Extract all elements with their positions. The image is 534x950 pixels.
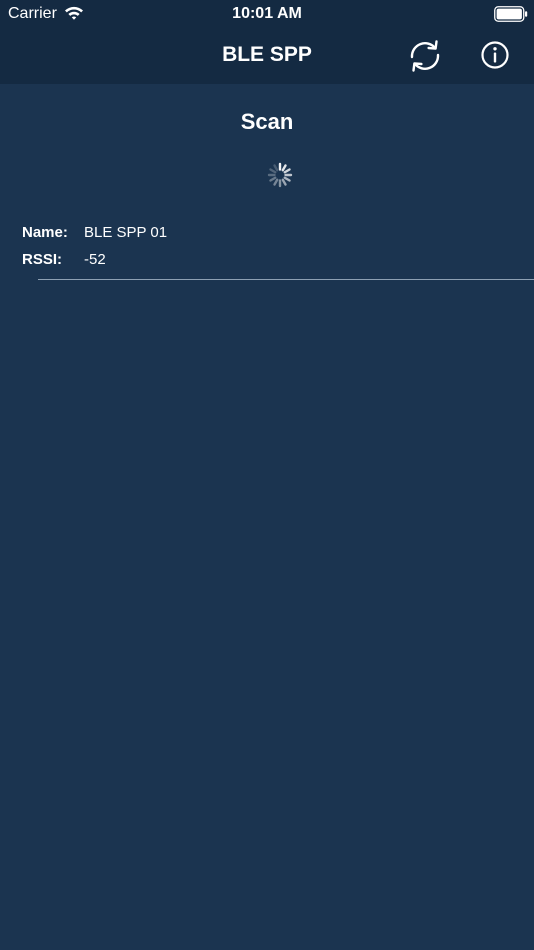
top-bar: Carrier 10:01 AM BLE SPP (0, 0, 534, 84)
info-icon (481, 41, 509, 69)
navigation-bar: BLE SPP (0, 28, 534, 84)
scan-title: Scan (240, 109, 294, 134)
row-separator (38, 279, 534, 280)
refresh-icon (410, 40, 440, 72)
device-rssi-label: RSSI: (22, 251, 63, 268)
app-screen: Carrier 10:01 AM BLE SPP Scan Name: BLE … (0, 0, 534, 950)
info-button[interactable] (478, 38, 512, 72)
device-list-item[interactable]: Name: BLE SPP 01 RSSI: -52 (0, 218, 534, 280)
refresh-button[interactable] (405, 36, 445, 76)
spinner-icon (267, 162, 293, 188)
device-name-label: Name: (22, 224, 68, 241)
nav-title: BLE SPP (222, 43, 312, 66)
status-time: 10:01 AM (232, 5, 302, 22)
device-rssi-value: -52 (84, 251, 106, 268)
battery-icon (494, 6, 528, 22)
device-name-value: BLE SPP 01 (84, 224, 168, 241)
status-bar: Carrier 10:01 AM (0, 0, 534, 28)
